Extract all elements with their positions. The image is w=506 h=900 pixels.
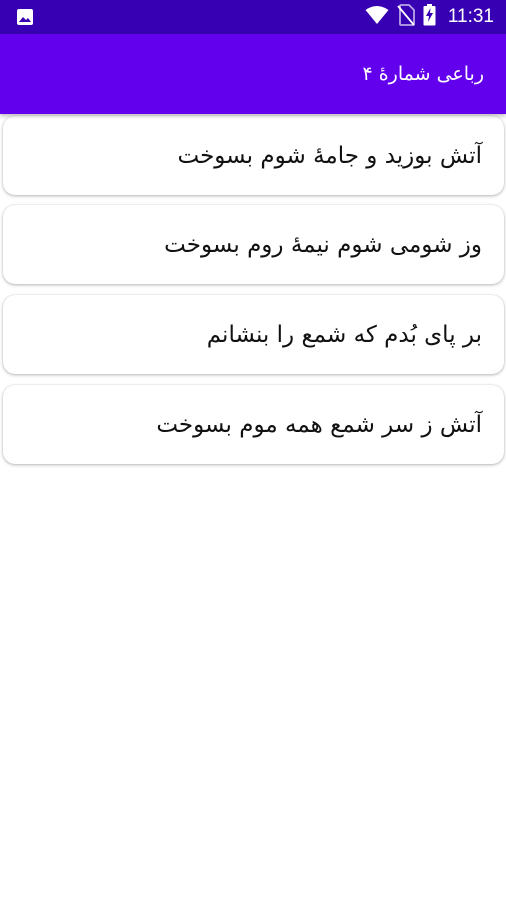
image-icon [16, 8, 34, 26]
clock: 11:31 [447, 6, 494, 27]
verse-card[interactable]: آتش ز سر شمع همه موم بسوخت [3, 385, 504, 464]
verse-card[interactable]: بر پای بُدم که شمع را بنشانم [3, 295, 504, 374]
verse-text: بر پای بُدم که شمع را بنشانم [206, 321, 482, 348]
wifi-icon [365, 5, 389, 29]
battery-charging-icon [423, 4, 436, 30]
verse-text: آتش بوزید و جامهٔ شوم بسوخت [177, 142, 482, 169]
verse-card[interactable]: وز شومی شوم نیمهٔ روم بسوخت [3, 205, 504, 284]
status-bar: 11:31 [0, 0, 506, 34]
verse-text: وز شومی شوم نیمهٔ روم بسوخت [164, 231, 482, 258]
app-bar: رباعی شمارهٔ ۴ [0, 34, 506, 114]
verse-card[interactable]: آتش بوزید و جامهٔ شوم بسوخت [3, 116, 504, 195]
page-title: رباعی شمارهٔ ۴ [362, 63, 484, 85]
verse-text: آتش ز سر شمع همه موم بسوخت [156, 411, 482, 438]
no-sim-icon [397, 4, 415, 30]
status-icons: 11:31 [365, 0, 494, 34]
